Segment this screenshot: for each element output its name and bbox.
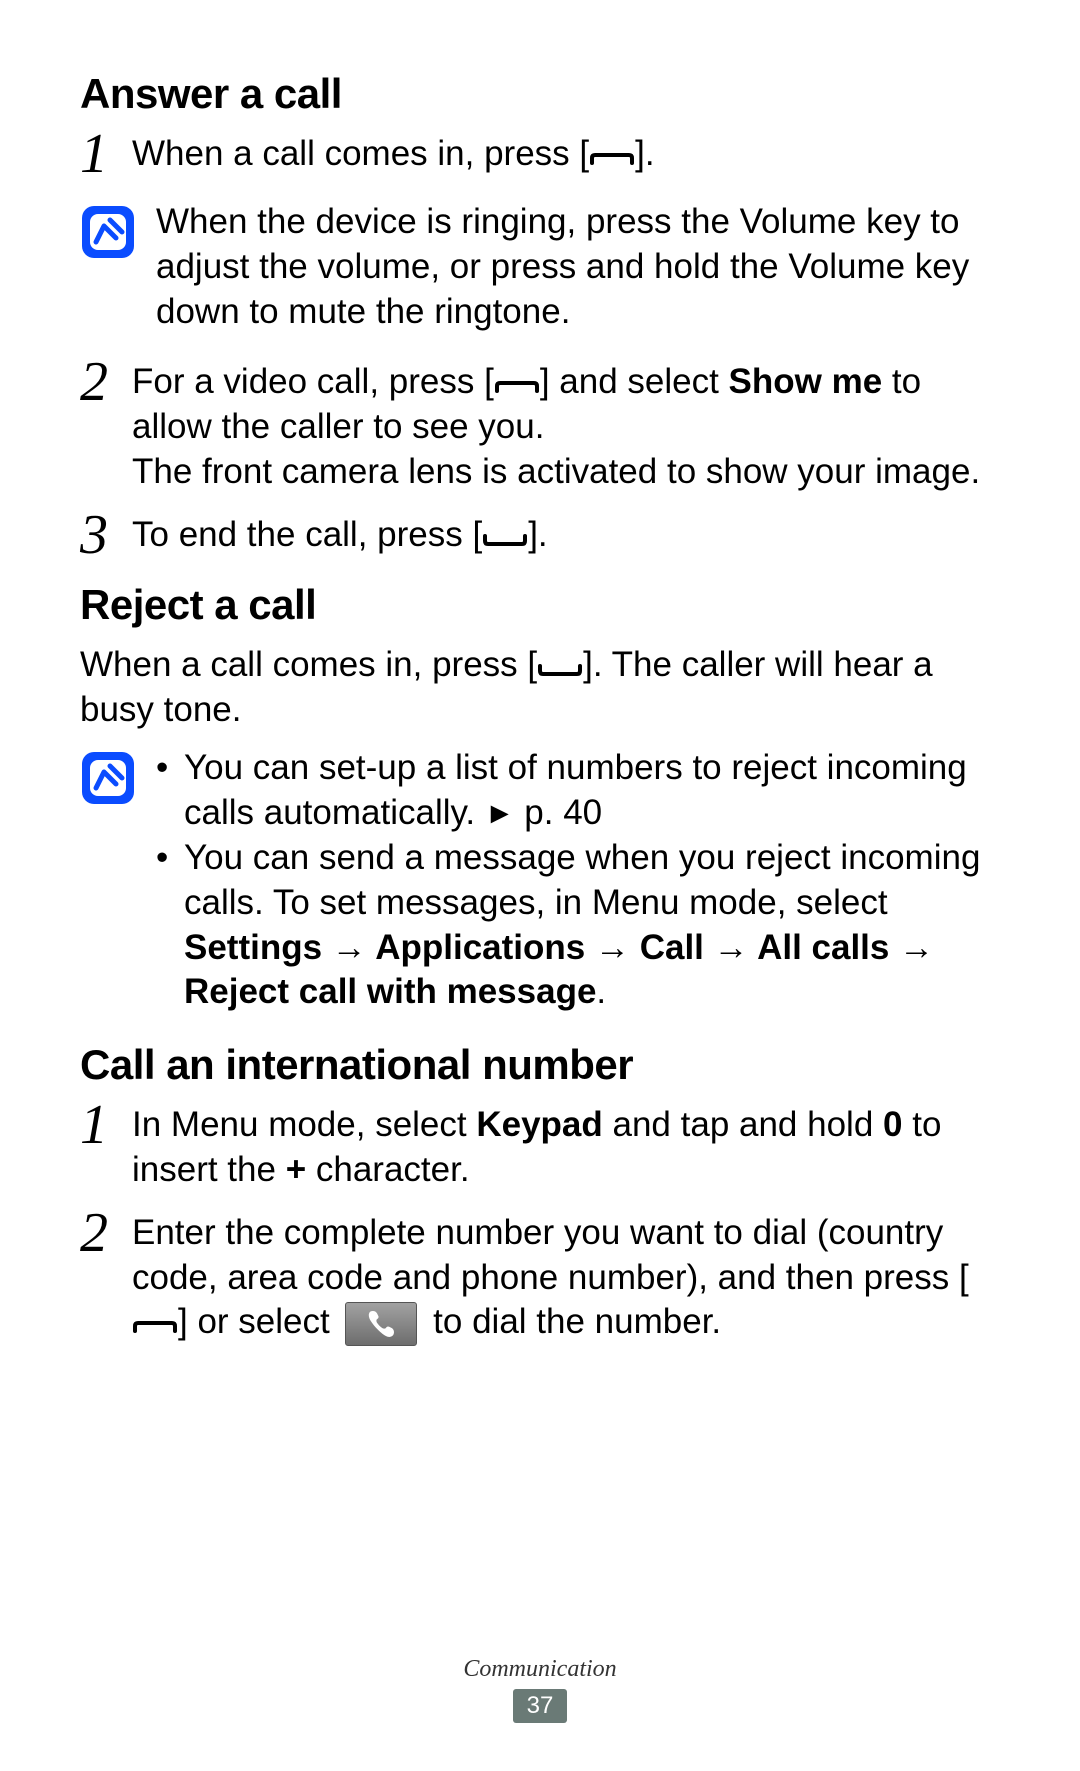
send-key-icon bbox=[589, 149, 635, 169]
send-key-icon bbox=[494, 377, 540, 397]
text-fragment: When a call comes in, press [ bbox=[132, 134, 589, 173]
bold-text: Reject call with message bbox=[184, 972, 596, 1011]
bullet-item: • You can set-up a list of numbers to re… bbox=[156, 746, 1000, 836]
bold-text: Show me bbox=[729, 362, 883, 401]
bold-text: 0 bbox=[883, 1105, 902, 1144]
step-number: 3 bbox=[80, 507, 132, 563]
note-text: When the device is ringing, press the Vo… bbox=[156, 200, 1000, 334]
bullet-dot: • bbox=[156, 836, 184, 881]
text-fragment: . bbox=[596, 972, 606, 1011]
bullet-dot: • bbox=[156, 746, 184, 791]
step-number: 2 bbox=[80, 354, 132, 410]
page-number-badge: 37 bbox=[513, 1689, 568, 1723]
step-row: 1 When a call comes in, press []. bbox=[80, 132, 1000, 182]
text-fragment: When a call comes in, press [ bbox=[80, 645, 537, 684]
footer-section-label: Communication bbox=[0, 1656, 1080, 1683]
bold-text: Call bbox=[640, 928, 704, 967]
text-fragment: For a video call, press [ bbox=[132, 362, 494, 401]
step-number: 2 bbox=[80, 1205, 132, 1261]
bold-text: All calls bbox=[757, 928, 889, 967]
bullet-item: • You can send a message when you reject… bbox=[156, 836, 1000, 1015]
arrow-sep: → bbox=[889, 928, 934, 967]
text-fragment: and tap and hold bbox=[603, 1105, 883, 1144]
step-text: Enter the complete number you want to di… bbox=[132, 1211, 1000, 1346]
dial-button-icon bbox=[345, 1302, 417, 1346]
step-number: 1 bbox=[80, 126, 132, 182]
text-fragment: to dial the number. bbox=[423, 1302, 721, 1341]
arrow-sep: → bbox=[585, 928, 639, 967]
step-row: 1 In Menu mode, select Keypad and tap an… bbox=[80, 1103, 1000, 1193]
bold-text: Settings bbox=[184, 928, 322, 967]
end-key-icon bbox=[537, 660, 583, 680]
note-icon bbox=[80, 204, 136, 260]
page-content: Answer a call 1 When a call comes in, pr… bbox=[80, 70, 1000, 1346]
text-fragment: Enter the complete number you want to di… bbox=[132, 1213, 969, 1297]
step-row: 3 To end the call, press []. bbox=[80, 513, 1000, 563]
triangle-icon: ► bbox=[485, 797, 515, 830]
text-fragment: ]. bbox=[528, 515, 547, 554]
step-number: 1 bbox=[80, 1097, 132, 1153]
text-fragment: character. bbox=[306, 1150, 469, 1189]
note-block: When the device is ringing, press the Vo… bbox=[80, 200, 1000, 334]
text-fragment: The front camera lens is activated to sh… bbox=[132, 450, 1000, 495]
text-fragment: ] and select bbox=[540, 362, 729, 401]
send-key-icon bbox=[132, 1317, 178, 1337]
step-row: 2 For a video call, press [] and select … bbox=[80, 360, 1000, 494]
step-text: When a call comes in, press []. bbox=[132, 132, 1000, 177]
bullet-text: You can set-up a list of numbers to reje… bbox=[184, 746, 1000, 836]
paragraph: When a call comes in, press []. The call… bbox=[80, 643, 1000, 733]
text-fragment: In Menu mode, select bbox=[132, 1105, 476, 1144]
note-icon bbox=[80, 750, 136, 806]
text-fragment: p. 40 bbox=[515, 793, 603, 832]
step-text: To end the call, press []. bbox=[132, 513, 1000, 558]
bold-text: Keypad bbox=[476, 1105, 602, 1144]
text-fragment: ] or select bbox=[178, 1302, 339, 1341]
text-fragment: To end the call, press [ bbox=[132, 515, 482, 554]
note-block: • You can set-up a list of numbers to re… bbox=[80, 746, 1000, 1015]
step-row: 2 Enter the complete number you want to … bbox=[80, 1211, 1000, 1346]
bullet-text: You can send a message when you reject i… bbox=[184, 836, 1000, 1015]
section-title-answer: Answer a call bbox=[80, 70, 1000, 118]
end-key-icon bbox=[482, 530, 528, 550]
arrow-sep: → bbox=[704, 928, 757, 967]
step-text: For a video call, press [ ] and select Sh… bbox=[132, 360, 1000, 494]
section-title-intl: Call an international number bbox=[80, 1041, 1000, 1089]
text-fragment: You can send a message when you reject i… bbox=[184, 838, 980, 922]
manual-page: Answer a call 1 When a call comes in, pr… bbox=[0, 0, 1080, 1771]
plus-char: + bbox=[286, 1150, 306, 1189]
section-title-reject: Reject a call bbox=[80, 581, 1000, 629]
note-body: • You can set-up a list of numbers to re… bbox=[156, 746, 1000, 1015]
page-footer: Communication 37 bbox=[0, 1656, 1080, 1723]
bold-text: Applications bbox=[375, 928, 585, 967]
text-fragment: ]. bbox=[635, 134, 654, 173]
arrow-sep: → bbox=[322, 928, 375, 967]
step-text: In Menu mode, select Keypad and tap and … bbox=[132, 1103, 1000, 1193]
